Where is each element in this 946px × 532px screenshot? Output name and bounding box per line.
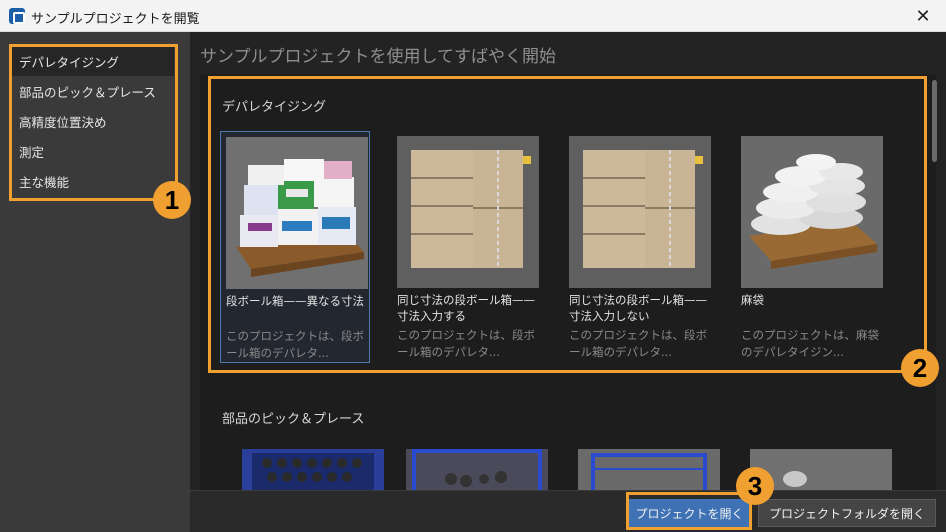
parts-bin-image — [242, 449, 384, 494]
annotation-highlight-open-button — [626, 492, 752, 530]
project-thumbnail[interactable] — [578, 449, 720, 494]
annotation-badge-2: 2 — [901, 349, 939, 387]
title-bar: サンプルプロジェクトを開覧 ✕ — [0, 0, 946, 32]
app-logo-icon — [9, 8, 25, 24]
annotation-badge-1: 1 — [153, 181, 191, 219]
close-button[interactable]: ✕ — [900, 0, 946, 32]
annotation-highlight-sidebar — [9, 44, 178, 201]
window-title: サンプルプロジェクトを開覧 — [31, 12, 200, 27]
section-title-pick-and-place: 部品のピック＆プレース — [222, 412, 365, 427]
sample-project-dialog: サンプルプロジェクトを開覧 ✕ デパレタイジング 部品のピック＆プレース 高精度… — [0, 0, 946, 532]
annotation-badge-3: 3 — [736, 467, 774, 505]
annotation-highlight-projects — [208, 76, 927, 373]
parts-bin-image — [578, 449, 720, 494]
page-title: サンプルプロジェクトを使用してすばやく開始 — [200, 47, 556, 67]
scrollbar[interactable] — [932, 80, 937, 162]
project-thumbnail[interactable] — [242, 449, 384, 494]
project-thumbnail[interactable] — [406, 449, 548, 494]
open-project-folder-button[interactable]: プロジェクトフォルダを開く — [758, 499, 936, 527]
parts-bin-image — [406, 449, 548, 494]
dialog-footer: プロジェクトを開く プロジェクトフォルダを開く — [190, 490, 946, 532]
